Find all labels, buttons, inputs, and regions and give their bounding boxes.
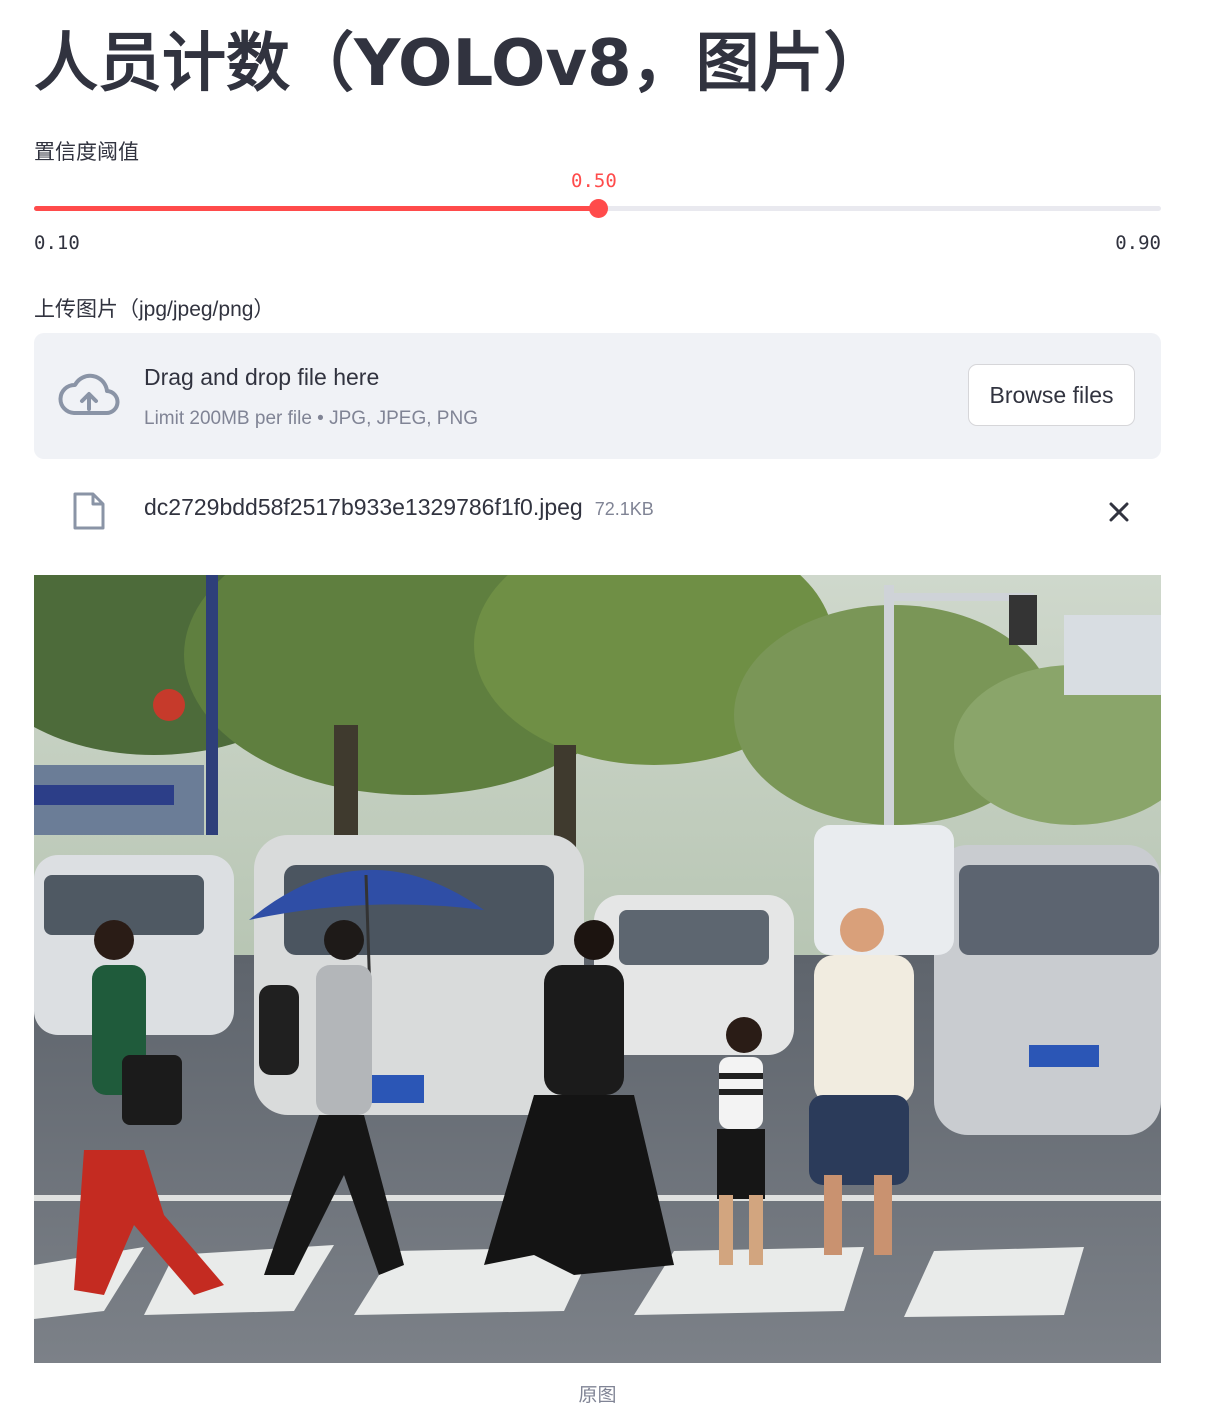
- dropzone-limit: Limit 200MB per file • JPG, JPEG, PNG: [144, 408, 478, 429]
- slider-thumb[interactable]: [588, 199, 608, 218]
- confidence-slider[interactable]: [34, 199, 1161, 218]
- close-icon[interactable]: [1107, 500, 1131, 524]
- file-dropzone[interactable]: Drag and drop file here Limit 200MB per …: [34, 333, 1161, 459]
- slider-value: 0.50: [571, 170, 617, 192]
- image-caption: 原图: [578, 1385, 617, 1406]
- street-crossing-photo: [34, 575, 1161, 1363]
- browse-files-button[interactable]: Browse files: [968, 364, 1135, 426]
- slider-min-label: 0.10: [34, 232, 80, 254]
- slider-fill: [34, 206, 598, 211]
- uploaded-image: [34, 575, 1161, 1363]
- file-icon: [73, 492, 105, 530]
- cloud-upload-icon: [58, 373, 120, 415]
- page-title: 人员计数（YOLOv8，图片）: [34, 27, 888, 101]
- slider-label: 置信度阈值: [34, 141, 139, 164]
- slider-max-label: 0.90: [1115, 232, 1161, 254]
- uploaded-file-row: dc2729bdd58f2517b933e1329786f1f0.jpeg 72.…: [34, 480, 1161, 540]
- file-size: 72.1KB: [594, 499, 654, 519]
- dropzone-title: Drag and drop file here: [144, 364, 380, 390]
- file-name-text: dc2729bdd58f2517b933e1329786f1f0.jpeg: [144, 494, 583, 520]
- uploader-label: 上传图片（jpg/jpeg/png）: [34, 298, 275, 321]
- file-name: dc2729bdd58f2517b933e1329786f1f0.jpeg 72.…: [144, 494, 654, 521]
